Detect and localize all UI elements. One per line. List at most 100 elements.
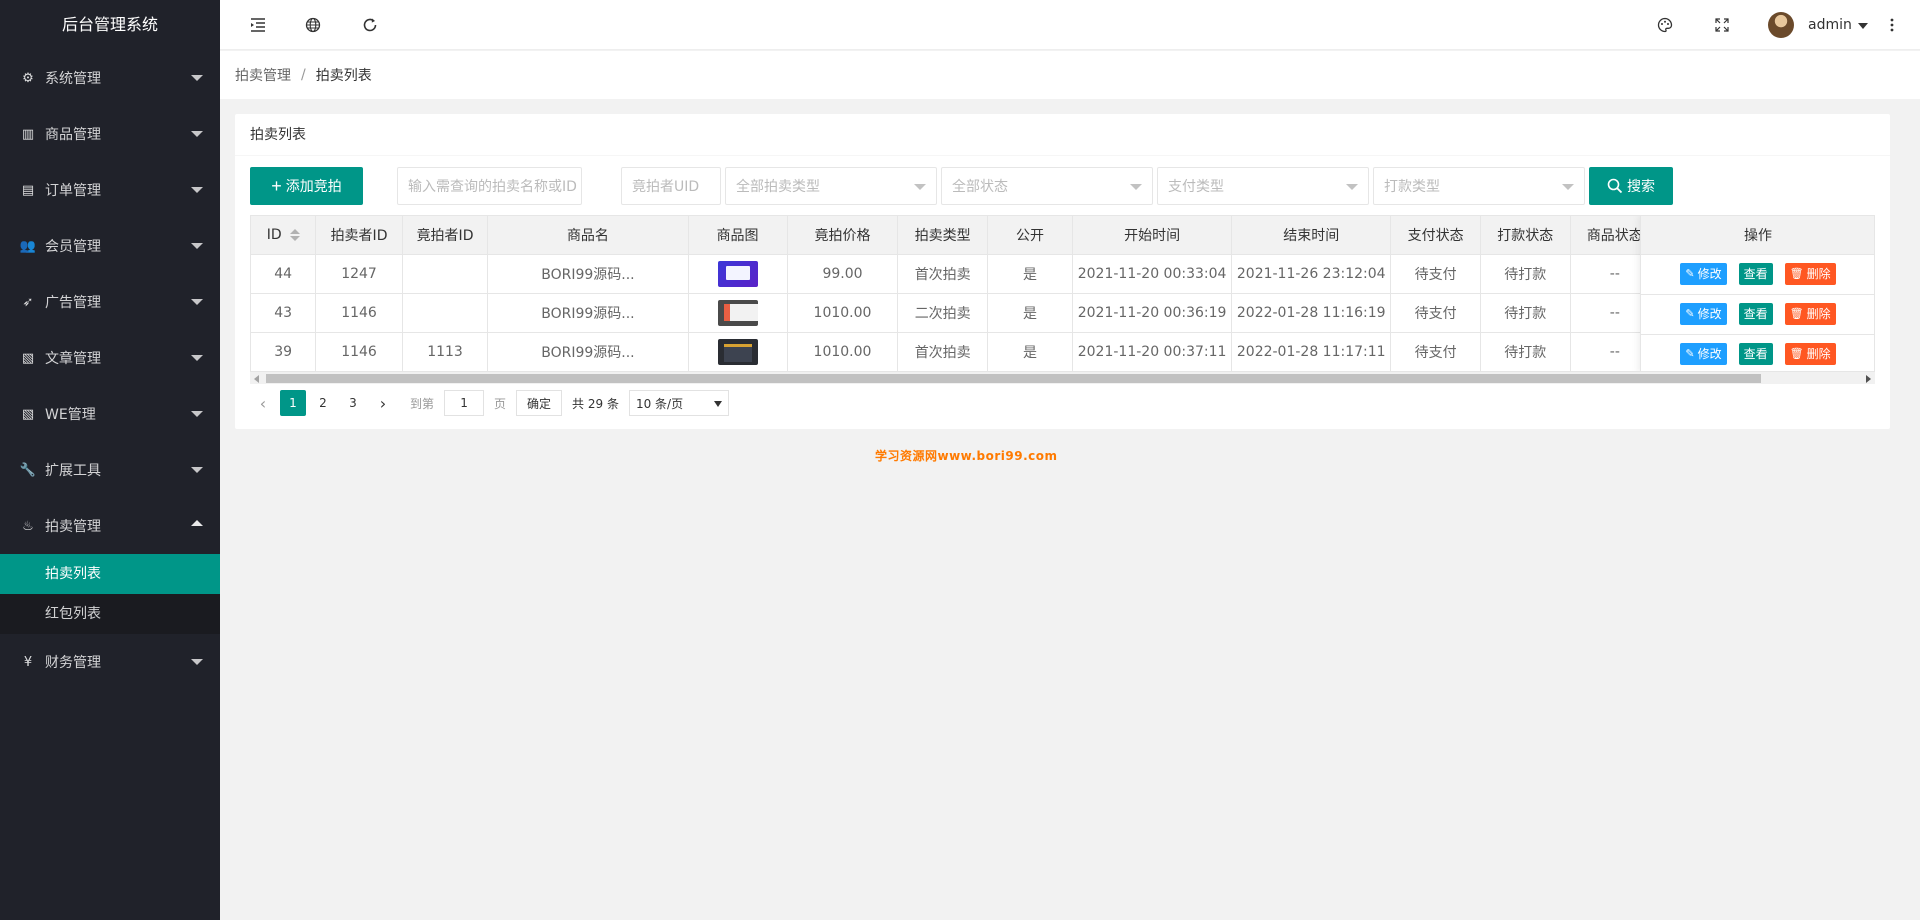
breadcrumb: 拍卖管理 / 拍卖列表 <box>220 51 1920 99</box>
prev-page-icon[interactable]: ‹ <box>250 390 276 416</box>
payout-type-select[interactable]: 打款类型 <box>1373 167 1585 205</box>
table-row: 44 1247 BORI99源码... 99.00 首次拍卖是 2021-11-20 00… <box>251 254 1874 294</box>
sidebar-subitem-1[interactable]: 拍卖列表 <box>0 554 220 594</box>
scrollbar-thumb[interactable] <box>266 374 1761 383</box>
page-button-3[interactable]: 3 <box>340 390 366 416</box>
page-button-2[interactable]: 2 <box>310 390 336 416</box>
cell-public: 是 <box>987 254 1074 294</box>
sidebar-nav: ⚙ 系统管理 ▥ 商品管理 ▤ 订单管理 👥 会员管理 ➶ 广告管理 ▧ 文章管理 ▧ WE管理 🔧 扩展工具… <box>0 50 220 690</box>
sidebar-item-6[interactable]: ▧ 文章管理 <box>0 330 220 386</box>
cell-price: 99.00 <box>787 254 899 294</box>
sidebar-item-2[interactable]: ▥ 商品管理 <box>0 106 220 162</box>
add-auction-button[interactable]: + 添加竞拍 <box>250 167 363 205</box>
menu-toggle-icon[interactable] <box>248 15 268 35</box>
column-header: 竟拍价格 <box>787 216 899 255</box>
sidebar-item-3[interactable]: ▤ 订单管理 <box>0 162 220 218</box>
sidebar-item-label: 文章管理 <box>45 351 101 367</box>
goto-page-input[interactable]: 1 <box>444 390 485 416</box>
sidebar-item-7[interactable]: ▧ WE管理 <box>0 386 220 442</box>
actions-row: ✎ 修改 查看 🗑 删除 <box>1641 334 1874 374</box>
sort-icon[interactable] <box>289 228 300 241</box>
add-auction-label: 添加竞拍 <box>285 178 342 194</box>
cell-bidder: 1113 <box>402 332 489 372</box>
total-count: 共 29 条 <box>572 396 619 411</box>
column-header: 拍卖者ID <box>315 216 403 255</box>
breadcrumb-parent[interactable]: 拍卖管理 <box>235 65 291 85</box>
sidebar-item-8[interactable]: 🔧 扩展工具 <box>0 442 220 498</box>
pay-type-value: 支付类型 <box>1168 179 1224 195</box>
edit-button-label: 修改 <box>1697 307 1722 321</box>
auction-search-input[interactable]: 输入需查询的拍卖名称或ID <box>397 167 582 205</box>
more-vertical-icon[interactable] <box>1882 15 1902 35</box>
actions-row: ✎ 修改 查看 🗑 删除 <box>1641 294 1874 335</box>
pencil-icon: ✎ <box>1685 307 1695 320</box>
actions-row: ✎ 修改 查看 🗑 删除 <box>1641 254 1874 295</box>
goto-prefix: 到第 <box>410 396 435 411</box>
page-jump: 到第 1 页 确定 <box>410 390 563 416</box>
cell-start: 2021-11-20 00:36:19 <box>1072 293 1233 333</box>
sidebar-item-10[interactable]: ¥ 财务管理 <box>0 634 220 690</box>
sidebar-item-5[interactable]: ➶ 广告管理 <box>0 274 220 330</box>
next-page-icon[interactable]: › <box>370 390 396 416</box>
cell-public: 是 <box>987 293 1074 333</box>
user-menu[interactable]: admin <box>1768 12 1868 38</box>
sidebar-item-label: 财务管理 <box>45 655 101 671</box>
cell-end: 2022-01-28 11:17:11 <box>1231 332 1392 372</box>
edit-button[interactable]: ✎ 修改 <box>1680 263 1727 285</box>
edit-button[interactable]: ✎ 修改 <box>1680 343 1727 365</box>
view-button[interactable]: 查看 <box>1738 343 1773 365</box>
horizontal-scrollbar[interactable] <box>250 371 1875 384</box>
page-size-select[interactable]: 10 条/页 <box>628 390 729 416</box>
auction-type-select[interactable]: 全部拍卖类型 <box>725 167 937 205</box>
row-actions: ✎ 修改 查看 🗑 删除 <box>1641 255 1874 294</box>
product-thumbnail[interactable] <box>717 260 758 287</box>
fullscreen-icon[interactable] <box>1712 15 1732 35</box>
product-thumbnail[interactable] <box>717 338 758 365</box>
auction-table-main: ID 拍卖者ID 竟拍者ID 商品名 商品图 竟拍价格 拍卖类型 公开 开始时间 结束时间 支付状态… <box>251 216 1874 372</box>
product-thumbnail[interactable] <box>717 299 758 326</box>
status-select[interactable]: 全部状态 <box>941 167 1153 205</box>
view-button[interactable]: 查看 <box>1738 263 1773 285</box>
chevron-down-icon <box>191 659 203 665</box>
status-value: 全部状态 <box>952 179 1008 195</box>
edit-button[interactable]: ✎ 修改 <box>1680 303 1727 325</box>
sidebar-item-1[interactable]: ⚙ 系统管理 <box>0 50 220 106</box>
chevron-down-icon <box>191 75 203 81</box>
cell-end: 2022-01-28 11:16:19 <box>1231 293 1392 333</box>
edit-button-label: 修改 <box>1697 267 1722 281</box>
column-header-label: 开始时间 <box>1124 227 1181 244</box>
view-button[interactable]: 查看 <box>1738 303 1773 325</box>
sidebar-item-9[interactable]: ♨ 拍卖管理 <box>0 498 220 554</box>
scroll-right-icon[interactable] <box>1866 375 1871 383</box>
scroll-left-icon[interactable] <box>254 375 259 383</box>
search-button[interactable]: 搜索 <box>1589 167 1673 205</box>
page-size-value: 10 条/页 <box>635 396 684 411</box>
bidder-uid-input[interactable]: 竟拍者UID <box>621 167 721 205</box>
bar-chart-icon: ▥ <box>21 126 35 142</box>
column-header: 支付状态 <box>1390 216 1481 255</box>
chevron-down-icon <box>191 467 203 473</box>
delete-button[interactable]: 🗑 删除 <box>1784 263 1836 285</box>
cell-payout: 待打款 <box>1480 293 1571 333</box>
cell-type: 二次拍卖 <box>897 293 988 333</box>
cell-seller: 1146 <box>315 332 403 372</box>
refresh-icon[interactable] <box>360 15 380 35</box>
column-header[interactable]: ID <box>251 216 317 255</box>
chevron-down-icon <box>713 401 722 407</box>
cell-img <box>688 332 788 372</box>
theme-palette-icon[interactable] <box>1655 15 1675 35</box>
cell-seller: 1146 <box>315 293 403 333</box>
column-header-label: 结束时间 <box>1283 227 1340 244</box>
pencil-icon: ✎ <box>1685 267 1695 280</box>
sidebar-subitem-2[interactable]: 红包列表 <box>0 594 220 634</box>
sidebar-item-4[interactable]: 👥 会员管理 <box>0 218 220 274</box>
page-button-1[interactable]: 1 <box>280 390 306 416</box>
bidder-uid-placeholder: 竟拍者UID <box>632 179 700 195</box>
chevron-down-icon <box>191 355 203 361</box>
goto-confirm-button[interactable]: 确定 <box>516 390 563 416</box>
pay-type-select[interactable]: 支付类型 <box>1157 167 1369 205</box>
cell-name: BORI99源码... <box>487 293 689 333</box>
delete-button[interactable]: 🗑 删除 <box>1784 303 1836 325</box>
delete-button[interactable]: 🗑 删除 <box>1784 343 1836 365</box>
globe-icon[interactable] <box>303 15 323 35</box>
